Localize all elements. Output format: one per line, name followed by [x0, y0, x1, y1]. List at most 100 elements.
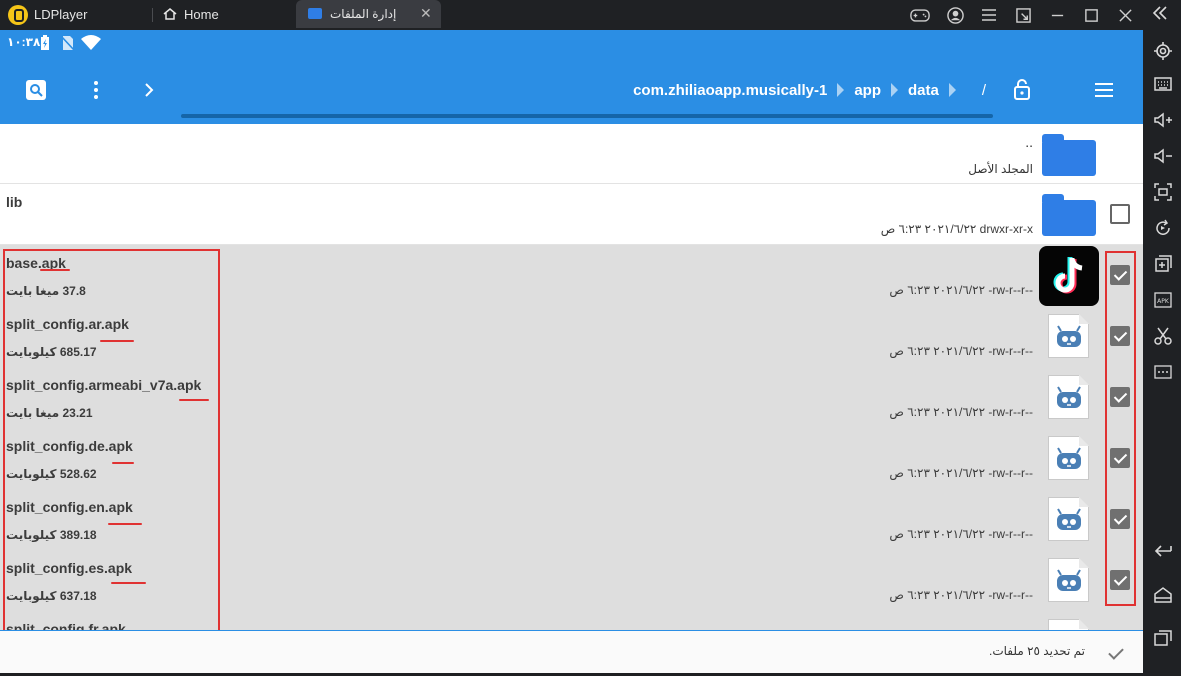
file-name: split_config.de.apk	[6, 438, 133, 454]
select-checkbox-checked[interactable]	[1110, 448, 1130, 468]
tab-file-manager-label: إدارة الملفات	[330, 7, 397, 21]
android-screen: ١٠:٣٨ com.zhiliaoapp.musically-1 app dat…	[0, 30, 1143, 673]
volume-down-icon[interactable]	[1152, 145, 1174, 167]
list-item-file[interactable]: split_config.armeabi_v7a.apk 23.21 ميغا …	[0, 367, 1143, 428]
file-name: split_config.es.apk	[6, 560, 133, 576]
status-time: ١٠:٣٨	[7, 35, 41, 49]
breadcrumb-root[interactable]: /	[980, 82, 988, 99]
file-name: split_config.armeabi_v7a.apk	[6, 377, 202, 393]
minimize-icon[interactable]	[1045, 3, 1069, 27]
list-item-lib[interactable]: lib ٢٠٢١/٦/٢٢ ٦:٢٣ ص drwxr-xr-x	[0, 184, 1143, 245]
annotation-underline	[100, 340, 134, 342]
tab-home[interactable]: Home	[160, 0, 295, 30]
wifi-icon	[81, 35, 101, 50]
lock-open-icon[interactable]	[1012, 78, 1032, 100]
select-checkbox-checked[interactable]	[1110, 509, 1130, 529]
apk-file-icon	[1048, 375, 1089, 419]
more-options-icon[interactable]	[1152, 361, 1174, 383]
search-icon	[30, 84, 43, 97]
select-checkbox-checked[interactable]	[1110, 570, 1130, 590]
close-tab-icon[interactable]: ✕	[420, 5, 432, 22]
file-meta: ٢٠٢١/٦/٢٢ ٦:٢٣ ص -rw-r--r--	[889, 405, 1033, 419]
hamburger-menu-icon[interactable]	[1094, 81, 1114, 99]
maximize-icon[interactable]	[1079, 3, 1103, 27]
recent-apps-icon[interactable]	[1152, 627, 1174, 649]
breadcrumb-data[interactable]: data	[906, 82, 941, 99]
file-size: 637.18 كيلوبايت	[6, 589, 97, 603]
select-checkbox-checked[interactable]	[1110, 326, 1130, 346]
file-meta: ٢٠٢١/٦/٢٢ ٦:٢٣ ص -rw-r--r--	[889, 588, 1033, 602]
file-manager-appbar: com.zhiliaoapp.musically-1 app data /	[0, 56, 1143, 124]
select-checkbox[interactable]	[1110, 204, 1130, 224]
annotation-underline	[40, 269, 70, 271]
file-list: .. المجلد الأصل lib ٢٠٢١/٦/٢٢ ٦:٢٣ ص drw…	[0, 124, 1143, 630]
rotate-icon[interactable]	[1152, 217, 1174, 239]
resize-icon[interactable]	[1011, 3, 1035, 27]
back-icon[interactable]	[1152, 540, 1174, 562]
breadcrumb-app[interactable]: app	[852, 82, 883, 99]
gamepad-icon[interactable]	[908, 3, 932, 27]
scissors-icon[interactable]	[1152, 325, 1174, 347]
breadcrumb-separator-icon	[837, 83, 845, 97]
file-meta: ٢٠٢١/٦/٢٢ ٦:٢٣ ص drwxr-xr-x	[880, 222, 1033, 236]
install-apk-icon[interactable]: APK	[1152, 289, 1174, 311]
list-item-file[interactable]: split_config.ar.apk 685.17 كيلوبايت ٢٠٢١…	[0, 306, 1143, 367]
file-size: 23.21 ميغا بايت	[6, 406, 93, 420]
annotation-underline	[112, 462, 134, 464]
list-item-file[interactable]: split_config.de.apk 528.62 كيلوبايت ٢٠٢١…	[0, 428, 1143, 489]
list-item-file[interactable]: split_config.en.apk 389.18 كيلوبايت ٢٠٢١…	[0, 489, 1143, 550]
app-name: LDPlayer	[34, 7, 88, 22]
parent-folder-label: المجلد الأصل	[968, 162, 1033, 176]
annotation-underline	[108, 523, 142, 525]
apk-file-icon	[1048, 314, 1089, 358]
parent-dots: ..	[1025, 134, 1033, 150]
file-name: lib	[6, 194, 23, 210]
menu-icon[interactable]	[977, 3, 1001, 27]
folder-icon	[1042, 194, 1096, 236]
selection-status-bar: تم تحديد ٢٥ ملفات.	[0, 630, 1143, 673]
apk-file-icon	[1048, 619, 1089, 630]
android-home-icon[interactable]	[1152, 584, 1174, 606]
breadcrumb-separator-icon	[890, 83, 898, 97]
file-meta: ٢٠٢١/٦/٢٢ ٦:٢٣ ص -rw-r--r--	[889, 283, 1033, 297]
more-vert-icon[interactable]	[90, 78, 102, 102]
tiktok-icon	[1039, 246, 1099, 306]
file-name: split_config.fr.apk	[6, 621, 126, 630]
android-status-bar: ١٠:٣٨	[0, 30, 1143, 56]
close-window-icon[interactable]	[1113, 3, 1137, 27]
add-instance-icon[interactable]	[1152, 253, 1174, 275]
folder-icon	[308, 8, 322, 19]
screenshot-icon[interactable]	[1152, 181, 1174, 203]
file-size: 528.62 كيلوبايت	[6, 467, 97, 481]
file-size: 37.8 ميغا بايت	[6, 284, 86, 298]
list-item-file[interactable]: base.apk 37.8 ميغا بايت ٢٠٢١/٦/٢٢ ٦:٢٣ ص…	[0, 245, 1143, 306]
list-item-parent-folder[interactable]: .. المجلد الأصل	[0, 124, 1143, 184]
chevron-right-icon[interactable]	[142, 80, 156, 100]
no-sim-icon	[60, 35, 74, 51]
selection-message: تم تحديد ٢٥ ملفات.	[988, 644, 1085, 658]
breadcrumb: com.zhiliaoapp.musically-1 app data /	[631, 80, 988, 100]
ldplayer-logo-icon	[8, 5, 28, 25]
volume-up-icon[interactable]	[1152, 109, 1174, 131]
apk-file-icon	[1048, 558, 1089, 602]
breadcrumb-package[interactable]: com.zhiliaoapp.musically-1	[631, 82, 829, 99]
annotation-underline	[179, 399, 209, 401]
tab-divider	[152, 8, 153, 22]
confirm-check-icon[interactable]	[1106, 643, 1126, 663]
path-scroll-indicator	[181, 114, 993, 118]
settings-icon[interactable]	[1152, 40, 1174, 62]
select-checkbox-checked[interactable]	[1110, 387, 1130, 407]
file-meta: ٢٠٢١/٦/٢٢ ٦:٢٣ ص -rw-r--r--	[889, 466, 1033, 480]
select-checkbox-checked[interactable]	[1110, 265, 1130, 285]
list-item-file[interactable]: split_config.fr.apk	[0, 611, 1143, 630]
home-icon	[163, 8, 177, 20]
list-item-file[interactable]: split_config.es.apk 637.18 كيلوبايت ٢٠٢١…	[0, 550, 1143, 611]
account-icon[interactable]	[943, 3, 967, 27]
file-name: split_config.en.apk	[6, 499, 133, 515]
tab-file-manager[interactable]: إدارة الملفات ✕	[296, 0, 441, 28]
collapse-sidebar-icon[interactable]	[1150, 3, 1174, 27]
search-button[interactable]	[26, 80, 46, 100]
apk-file-icon	[1048, 436, 1089, 480]
breadcrumb-separator-icon	[948, 83, 956, 97]
keyboard-icon[interactable]	[1152, 73, 1174, 95]
